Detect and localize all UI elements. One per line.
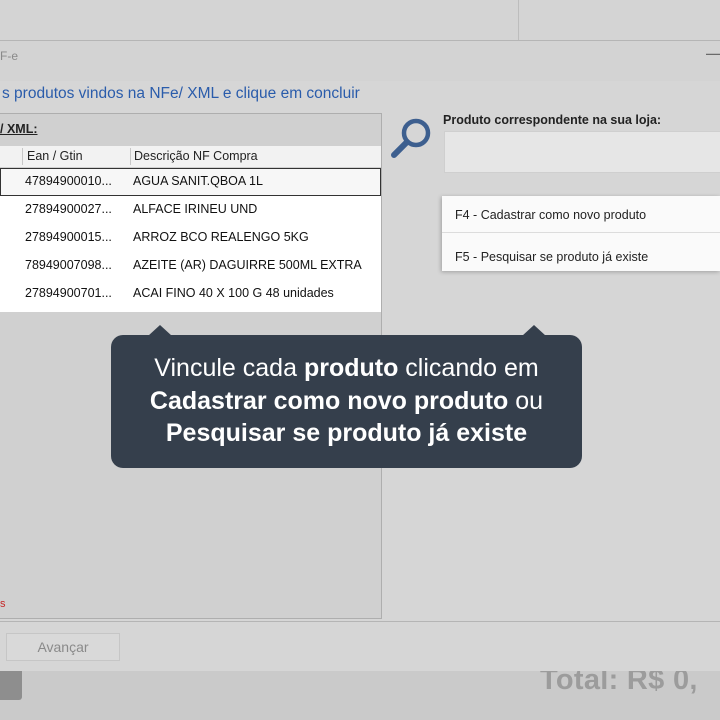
menu-item-register-new[interactable]: F4 - Cadastrar como novo produto	[442, 198, 720, 231]
cell-description: ARROZ BCO REALENGO 5KG	[133, 230, 309, 244]
column-header-ean[interactable]: Ean / Gtin	[27, 149, 83, 163]
callout-text: Vincule cada produto clicando em Cadastr…	[111, 352, 582, 450]
footer-divider	[0, 621, 720, 622]
callout-text-part: Vincule cada	[154, 354, 304, 382]
cell-ean: 78949007098...	[25, 258, 112, 272]
column-header-description[interactable]: Descrição NF Compra	[134, 149, 258, 163]
next-button[interactable]: Avançar	[6, 633, 120, 661]
column-separator[interactable]	[22, 148, 23, 165]
tutorial-callout: Vincule cada produto clicando em Cadastr…	[111, 325, 582, 468]
minimize-button[interactable]: —	[706, 43, 720, 64]
cell-description: AZEITE (AR) DAGUIRRE 500ML EXTRA	[133, 258, 362, 272]
cell-description: AGUA SANIT.QBOA 1L	[133, 174, 263, 188]
xml-products-label: / XML:	[0, 122, 38, 136]
matching-product-field[interactable]	[444, 131, 720, 173]
magnifier-icon[interactable]	[390, 116, 434, 160]
cell-ean: 27894900015...	[25, 230, 112, 244]
cell-description: ACAI FINO 40 X 100 G 48 unidades	[133, 286, 334, 300]
error-text: s	[0, 598, 6, 610]
product-action-menu: F4 - Cadastrar como novo produto F5 - Pe…	[442, 196, 720, 271]
column-separator[interactable]	[130, 148, 131, 165]
table-row[interactable]: 47894900010... AGUA SANIT.QBOA 1L	[0, 168, 381, 196]
cell-ean: 27894900027...	[25, 202, 112, 216]
background-divider	[518, 0, 519, 40]
callout-pointer-left	[148, 325, 172, 336]
menu-item-search-existing[interactable]: F5 - Pesquisar se produto já existe	[442, 240, 720, 273]
menu-separator	[442, 232, 720, 233]
table-row[interactable]: 27894900701... ACAI FINO 40 X 100 G 48 u…	[0, 280, 381, 308]
callout-text-part: produto	[303, 354, 399, 382]
table-row[interactable]: 27894900015... ARROZ BCO REALENGO 5KG	[0, 224, 381, 252]
table-header: Ean / Gtin Descrição NF Compra	[0, 146, 381, 168]
table-row[interactable]: 78949007098... AZEITE (AR) DAGUIRRE 500M…	[0, 252, 381, 280]
background-tab	[0, 670, 22, 700]
callout-text-part: Cadastrar como novo produto	[149, 386, 509, 415]
cell-ean: 47894900010...	[25, 174, 112, 188]
dialog-title: F-e	[0, 49, 18, 63]
cell-ean: 27894900701...	[25, 286, 112, 300]
callout-text-part: clicando em	[398, 354, 539, 382]
callout-text-part: Pesquisar se produto já existe	[165, 419, 528, 447]
callout-text-part: ou	[508, 386, 544, 415]
callout-pointer-right	[522, 325, 546, 336]
background-app-header	[0, 0, 720, 40]
dialog-titlebar: F-e —	[0, 41, 720, 81]
cell-description: ALFACE IRINEU UND	[133, 202, 258, 216]
instruction-text: s produtos vindos na NFe/ XML e clique e…	[2, 85, 360, 102]
matching-product-label: Produto correspondente na sua loja:	[443, 113, 662, 127]
xml-products-table: Ean / Gtin Descrição NF Compra 478949000…	[0, 146, 381, 312]
table-row[interactable]: 27894900027... ALFACE IRINEU UND	[0, 196, 381, 224]
